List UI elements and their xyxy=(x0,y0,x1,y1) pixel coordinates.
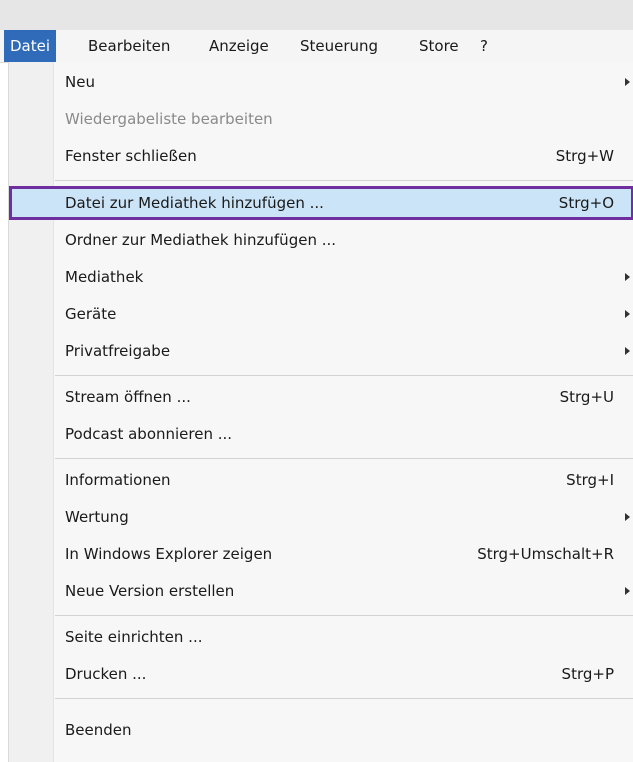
menu-separator xyxy=(55,615,633,616)
menubar-item-help[interactable]: ? xyxy=(474,30,494,62)
menu-item-neu[interactable]: Neu xyxy=(9,65,633,99)
window-top-strip xyxy=(0,0,633,30)
menu-item-label: Beenden xyxy=(65,721,132,739)
menu-item-wiedergabeliste-bearbeiten: Wiedergabeliste bearbeiten xyxy=(9,102,633,136)
submenu-arrow-icon xyxy=(625,310,630,318)
menu-item-shortcut: Strg+I xyxy=(566,471,614,489)
menubar: Datei Bearbeiten Anzeige Steuerung Store… xyxy=(0,30,633,63)
menu-item-label: Neue Version erstellen xyxy=(65,582,235,600)
menu-item-label: Neu xyxy=(65,73,95,91)
menu-item-stream-oeffnen[interactable]: Stream öffnen ... Strg+U xyxy=(9,380,633,414)
menu-item-label: Wertung xyxy=(65,508,129,526)
menu-item-beenden[interactable]: Beenden xyxy=(9,713,633,747)
menu-separator xyxy=(55,180,633,181)
menu-item-label: Geräte xyxy=(65,305,117,323)
menubar-item-bearbeiten[interactable]: Bearbeiten xyxy=(82,30,176,62)
menu-separator xyxy=(55,375,633,376)
menu-item-mediathek[interactable]: Mediathek xyxy=(9,260,633,294)
menu-item-informationen[interactable]: Informationen Strg+I xyxy=(9,463,633,497)
menu-item-wertung[interactable]: Wertung xyxy=(9,500,633,534)
submenu-arrow-icon xyxy=(625,587,630,595)
menu-item-datei-hinzufuegen[interactable]: Datei zur Mediathek hinzufügen ... Strg+… xyxy=(9,186,633,220)
menu-item-label: Mediathek xyxy=(65,268,144,286)
menu-item-shortcut: Strg+O xyxy=(558,194,614,212)
menu-item-geraete[interactable]: Geräte xyxy=(9,297,633,331)
menu-item-shortcut: Strg+U xyxy=(559,388,614,406)
menu-item-fenster-schliessen[interactable]: Fenster schließen Strg+W xyxy=(9,139,633,173)
menu-item-in-windows-explorer-zeigen[interactable]: In Windows Explorer zeigen Strg+Umschalt… xyxy=(9,537,633,571)
menu-item-shortcut: Strg+Umschalt+R xyxy=(477,545,614,563)
menubar-item-anzeige[interactable]: Anzeige xyxy=(203,30,275,62)
menu-item-label: Stream öffnen ... xyxy=(65,388,191,406)
menu-item-label: Privatfreigabe xyxy=(65,342,171,360)
menu-item-label: Drucken ... xyxy=(65,665,147,683)
menu-separator xyxy=(55,698,633,699)
menu-item-podcast-abonnieren[interactable]: Podcast abonnieren ... xyxy=(9,417,633,451)
menu-item-drucken[interactable]: Drucken ... Strg+P xyxy=(9,657,633,691)
menu-item-label: Informationen xyxy=(65,471,171,489)
menu-item-label: Datei zur Mediathek hinzufügen ... xyxy=(65,194,324,212)
menu-item-shortcut: Strg+W xyxy=(555,147,614,165)
submenu-arrow-icon xyxy=(625,347,630,355)
menu-item-ordner-hinzufuegen[interactable]: Ordner zur Mediathek hinzufügen ... xyxy=(9,223,633,257)
menu-item-shortcut: Strg+P xyxy=(561,665,614,683)
menu-item-label: In Windows Explorer zeigen xyxy=(65,545,273,563)
menu-item-label: Podcast abonnieren ... xyxy=(65,425,233,443)
menu-item-label: Ordner zur Mediathek hinzufügen ... xyxy=(65,231,337,249)
menubar-item-datei[interactable]: Datei xyxy=(4,30,57,62)
submenu-arrow-icon xyxy=(625,78,630,86)
submenu-arrow-icon xyxy=(625,273,630,281)
menubar-item-steuerung[interactable]: Steuerung xyxy=(294,30,384,62)
menu-item-label: Fenster schließen xyxy=(65,147,197,165)
menu-item-privatfreigabe[interactable]: Privatfreigabe xyxy=(9,334,633,368)
submenu-arrow-icon xyxy=(625,513,630,521)
menu-separator xyxy=(55,458,633,459)
menu-item-label: Wiedergabeliste bearbeiten xyxy=(65,110,273,128)
menu-item-label: Seite einrichten ... xyxy=(65,628,203,646)
menubar-item-store[interactable]: Store xyxy=(413,30,465,62)
menu-item-neue-version-erstellen[interactable]: Neue Version erstellen xyxy=(9,574,633,608)
file-menu-dropdown: Neu Wiedergabeliste bearbeiten Fenster s… xyxy=(8,62,633,762)
menu-item-seite-einrichten[interactable]: Seite einrichten ... xyxy=(9,620,633,654)
